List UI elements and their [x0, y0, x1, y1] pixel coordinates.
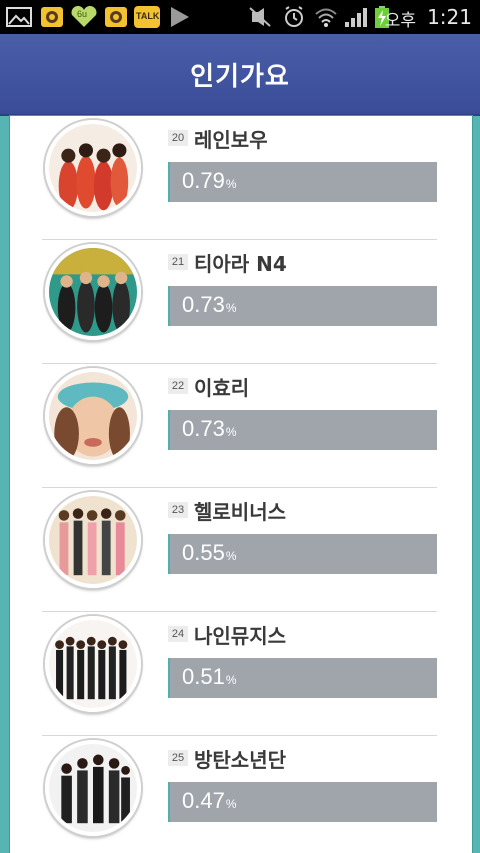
list-item[interactable]: 21 티아라 N4 0.73% [42, 240, 437, 364]
artist-name: 레인보우 [194, 128, 268, 152]
list-item[interactable]: 23 헬로비너스 0.55% [42, 488, 437, 612]
artist-name: 이효리 [194, 376, 250, 400]
rank-badge: 22 [168, 378, 188, 394]
list-item[interactable]: 20 레인보우 0.79% [42, 116, 437, 240]
mute-icon [249, 7, 271, 27]
vote-percentage: 0.73% [182, 292, 237, 317]
artist-name: 나인뮤지스 [194, 624, 286, 648]
rank-badge: 24 [168, 626, 188, 642]
vote-bar: 0.79% [168, 162, 437, 202]
status-time: 1:21 [427, 5, 472, 29]
artist-avatar [45, 740, 141, 836]
vote-bar: 0.55% [168, 534, 437, 574]
rank-badge: 25 [168, 750, 188, 766]
status-ampm: 오후 [384, 11, 416, 31]
vote-percentage: 0.51% [182, 664, 237, 689]
vote-bar: 0.73% [168, 286, 437, 326]
vote-percentage: 0.55% [182, 540, 237, 565]
rank-badge: 20 [168, 130, 188, 146]
rank-badge: 23 [168, 502, 188, 518]
chart-list: 20 레인보우 0.79% 21 티아라 N4 0.73% 22 이효리 0.7… [10, 116, 472, 853]
vote-bar: 0.51% [168, 658, 437, 698]
status-bar: 6u TALK 오후 1:21 [0, 0, 480, 34]
artist-name: 헬로비너스 [194, 500, 286, 524]
artist-name: 방탄소년단 [194, 748, 286, 772]
gallery-icon [6, 7, 32, 27]
kakaotalk-label: TALK [136, 11, 160, 21]
vote-bar: 0.73% [168, 410, 437, 450]
kakaotalk-icon: TALK [134, 6, 160, 28]
rank-badge: 21 [168, 254, 188, 270]
alarm-icon [285, 6, 303, 27]
vote-bar: 0.47% [168, 782, 437, 822]
heart-label: 6u [77, 9, 88, 19]
artist-avatar [45, 120, 141, 216]
artist-avatar [45, 492, 141, 588]
list-item[interactable]: 22 이효리 0.73% [42, 364, 437, 488]
list-item[interactable]: 25 방탄소년단 0.47% [42, 736, 437, 853]
heart-icon: 6u [70, 6, 98, 28]
list-item[interactable]: 24 나인뮤지스 0.51% [42, 612, 437, 736]
kakao-story-icon [105, 7, 127, 27]
play-icon [171, 7, 189, 27]
artist-avatar [45, 244, 141, 340]
title-bar: 인기가요 [0, 34, 480, 116]
artist-avatar [45, 368, 141, 464]
page-title: 인기가요 [190, 62, 290, 92]
vote-percentage: 0.79% [182, 168, 237, 193]
kakao-story-icon [41, 7, 63, 27]
wifi-icon [315, 8, 337, 27]
artist-avatar [45, 616, 141, 712]
vote-percentage: 0.47% [182, 788, 237, 813]
signal-icon [345, 8, 367, 27]
list-panel: 20 레인보우 0.79% 21 티아라 N4 0.73% 22 이효리 0.7… [0, 116, 480, 853]
artist-name: 티아라 N4 [194, 252, 287, 276]
vote-percentage: 0.73% [182, 416, 237, 441]
